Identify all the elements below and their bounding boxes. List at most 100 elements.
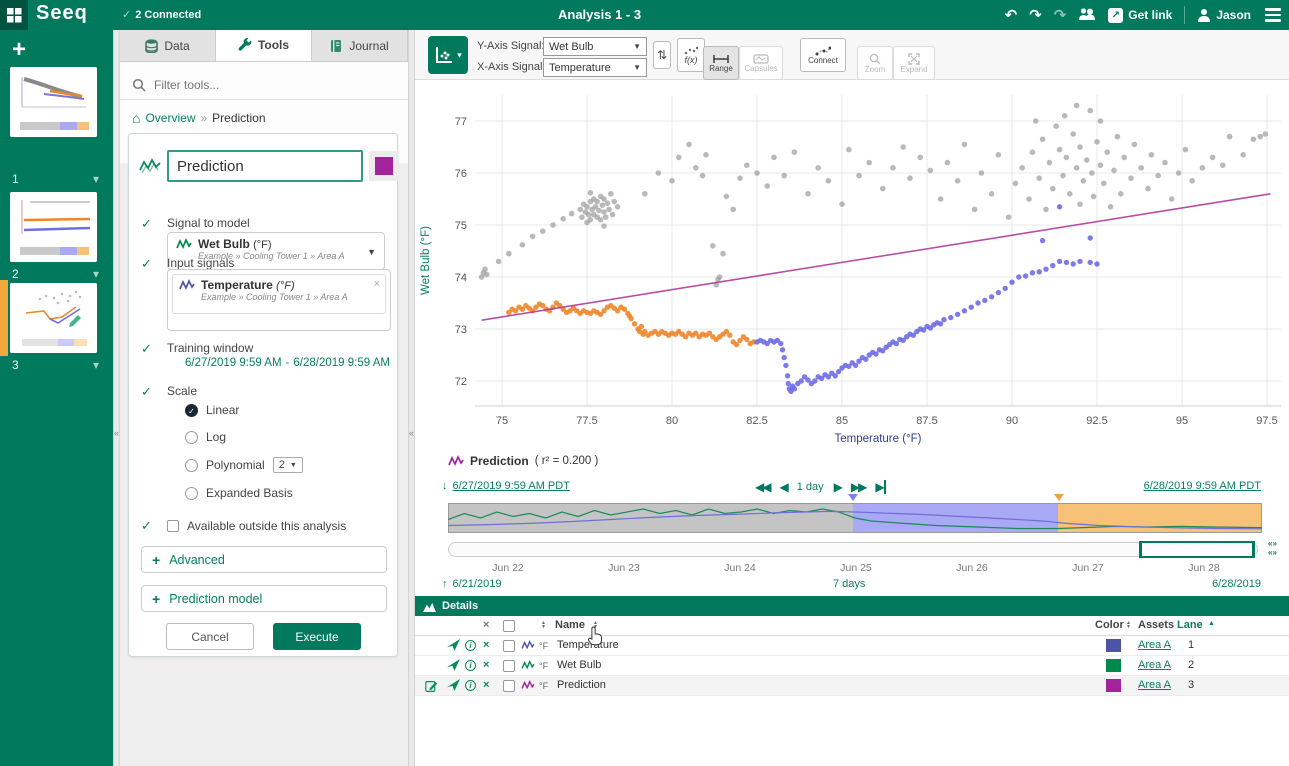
- range-end-datetime[interactable]: 6/28/2019 9:59 AM: [1144, 480, 1236, 492]
- worksheet-chevron-1[interactable]: ▾: [93, 172, 99, 186]
- row-color-swatch[interactable]: [1106, 679, 1121, 692]
- input-signals-box[interactable]: Temperature (°F) Example » Cooling Tower…: [167, 269, 391, 331]
- radio-icon[interactable]: [185, 459, 198, 472]
- scale-option-expanded-basis[interactable]: Expanded Basis: [185, 486, 293, 500]
- worksheet-chevron-2[interactable]: ▾: [93, 267, 99, 281]
- column-lane[interactable]: Lane: [1177, 619, 1203, 631]
- worksheet-thumbnail-2[interactable]: [10, 192, 97, 262]
- step-forward-icon[interactable]: ▶: [834, 480, 841, 494]
- range-start-datetime[interactable]: 6/27/2019 9:59 AM: [453, 480, 545, 492]
- collapse-tools-icon[interactable]: «: [409, 428, 414, 438]
- connection-status[interactable]: ✓ 2 Connected: [122, 8, 201, 21]
- training-end[interactable]: 6/28/2019 9:59 AM: [293, 357, 390, 369]
- remove-icon[interactable]: ×: [483, 639, 489, 651]
- home-icon[interactable]: ⌂: [132, 110, 140, 126]
- sort-icon[interactable]: ▲▼: [1126, 621, 1131, 629]
- get-link-button[interactable]: ↗ Get link: [1108, 8, 1172, 23]
- row-asset-link[interactable]: Area A: [1138, 679, 1171, 691]
- y-axis-signal-select[interactable]: Wet Bulb▼: [543, 37, 647, 56]
- scroll-end-date[interactable]: 6/28/2019: [1212, 578, 1261, 590]
- fx-button[interactable]: f(x): [677, 38, 705, 72]
- column-assets[interactable]: Assets: [1138, 619, 1174, 631]
- connect-button[interactable]: Connect: [800, 38, 846, 72]
- details-header-bar[interactable]: Details: [415, 596, 1289, 616]
- scale-option-polynomial[interactable]: Polynomial 2▼: [185, 457, 303, 473]
- scale-option-log[interactable]: Log: [185, 430, 226, 444]
- worksheet-thumbnail-3[interactable]: [10, 283, 97, 353]
- training-window-marker[interactable]: [1054, 494, 1064, 501]
- tool-name-input[interactable]: [167, 150, 363, 182]
- add-worksheet-button[interactable]: +: [12, 38, 26, 62]
- down-arrow-icon[interactable]: ↓: [442, 480, 448, 492]
- time-scrollbar-handle[interactable]: [1139, 541, 1255, 558]
- chart-type-button[interactable]: ▾: [428, 36, 468, 74]
- swap-axes-button[interactable]: ⇅: [653, 41, 671, 69]
- time-step-label[interactable]: 1 day: [797, 481, 824, 493]
- fast-back-icon[interactable]: ◀◀: [755, 480, 769, 494]
- row-checkbox[interactable]: [503, 660, 515, 672]
- remove-icon[interactable]: ×: [483, 679, 489, 691]
- range-button[interactable]: Range: [703, 46, 739, 80]
- redo-icon[interactable]: ↷: [1029, 8, 1042, 23]
- x-axis-signal-select[interactable]: Temperature▼: [543, 58, 647, 77]
- row-name[interactable]: Prediction: [557, 679, 606, 691]
- users-icon[interactable]: [1078, 7, 1096, 24]
- worksheet-thumbnail-1[interactable]: [10, 67, 97, 137]
- row-checkbox[interactable]: [503, 680, 515, 692]
- sort-icon[interactable]: ▲▼: [593, 621, 598, 629]
- scroll-start-date[interactable]: 6/21/2019: [453, 578, 502, 590]
- info-icon[interactable]: i: [465, 660, 476, 671]
- execute-button[interactable]: Execute: [273, 623, 361, 650]
- time-scrollbar-track[interactable]: [448, 542, 1258, 557]
- select-all-checkbox[interactable]: [503, 620, 515, 632]
- tab-tools[interactable]: Tools: [216, 30, 312, 61]
- radio-selected-icon[interactable]: ✓: [185, 404, 198, 417]
- worksheet-chevron-3[interactable]: ▾: [93, 358, 99, 372]
- zoom-button[interactable]: Zoom: [857, 46, 893, 80]
- row-color-swatch[interactable]: [1106, 639, 1121, 652]
- row-name[interactable]: Wet Bulb: [557, 659, 601, 671]
- display-range-marker[interactable]: [848, 494, 858, 501]
- row-color-swatch[interactable]: [1106, 659, 1121, 672]
- redo-all-icon[interactable]: ↷: [1054, 8, 1067, 23]
- home-grid-button[interactable]: [0, 0, 28, 30]
- training-start[interactable]: 6/27/2019 9:59 AM: [185, 357, 282, 369]
- filter-tools-input[interactable]: [154, 78, 374, 92]
- scrollbar-expand-icon[interactable]: «»«»: [1264, 539, 1281, 559]
- remove-all-icon[interactable]: ×: [483, 619, 489, 631]
- range-end-tz[interactable]: PDT: [1239, 480, 1261, 492]
- radio-icon[interactable]: [185, 487, 198, 500]
- range-start-tz[interactable]: PDT: [548, 480, 570, 492]
- expand-button[interactable]: Expand: [893, 46, 935, 80]
- scatter-plot-area[interactable]: 7577.58082.58587.59092.59597.57273747576…: [415, 85, 1289, 451]
- capsules-button[interactable]: Capsules: [739, 46, 783, 80]
- skip-to-end-icon[interactable]: ▶: [875, 480, 885, 494]
- column-name[interactable]: Name: [555, 619, 585, 631]
- table-row-temperature[interactable]: i × °F Temperature Area A 1: [415, 636, 1289, 656]
- table-row-prediction[interactable]: i × °F Prediction Area A 3: [415, 676, 1289, 696]
- user-menu[interactable]: Jason: [1197, 8, 1251, 22]
- step-back-icon[interactable]: ◀: [779, 480, 786, 494]
- prediction-model-section[interactable]: + Prediction model: [141, 585, 387, 612]
- row-asset-link[interactable]: Area A: [1138, 639, 1171, 651]
- row-checkbox[interactable]: [503, 640, 515, 652]
- send-icon[interactable]: [447, 659, 460, 674]
- cancel-button[interactable]: Cancel: [166, 623, 254, 650]
- color-swatch-button[interactable]: [369, 151, 399, 181]
- remove-icon[interactable]: ×: [483, 659, 489, 671]
- column-color[interactable]: Color: [1095, 619, 1124, 631]
- fast-forward-icon[interactable]: ▶▶: [851, 480, 865, 494]
- hamburger-menu[interactable]: [1263, 4, 1283, 26]
- tab-data[interactable]: Data: [120, 30, 216, 61]
- row-asset-link[interactable]: Area A: [1138, 659, 1171, 671]
- lane-sort-icon[interactable]: ▲: [1208, 620, 1215, 627]
- info-icon[interactable]: i: [465, 640, 476, 651]
- tab-journal[interactable]: Journal: [312, 30, 408, 61]
- training-window-dates[interactable]: 6/27/2019 9:59 AM-6/28/2019 9:59 AM: [185, 357, 390, 369]
- scale-option-linear[interactable]: ✓ Linear: [185, 403, 239, 417]
- available-checkbox[interactable]: [167, 520, 179, 532]
- remove-signal-icon[interactable]: ×: [374, 278, 380, 290]
- up-arrow-icon[interactable]: ↑: [442, 578, 448, 590]
- send-icon[interactable]: [447, 679, 460, 694]
- polynomial-order-select[interactable]: 2▼: [273, 457, 303, 473]
